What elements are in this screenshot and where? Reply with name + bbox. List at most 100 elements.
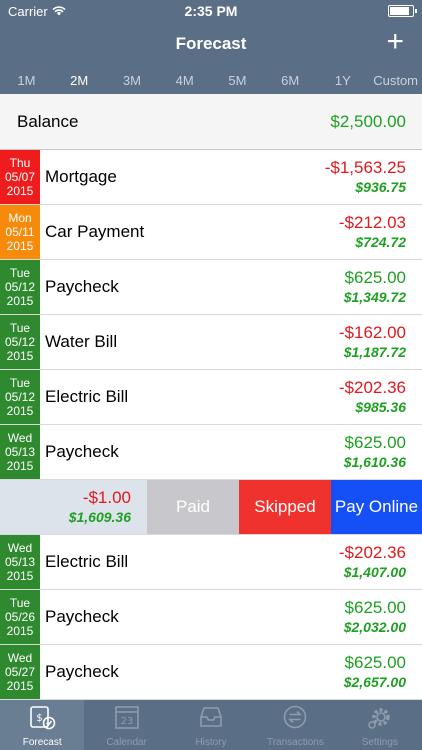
date-day: Wed [7,651,33,665]
date-day: Tue [9,376,31,390]
running-balance: $1,610.36 [343,454,406,470]
transaction-amounts: -$212.03 $724.72 [339,205,422,259]
transaction-row[interactable]: Tue 05/12 2015 Water Bill -$162.00 $1,18… [0,315,422,370]
range-4m[interactable]: 4M [158,73,211,88]
date-monthday: 05/12 [4,280,36,294]
date-monthday: 05/11 [5,225,35,239]
date-year: 2015 [6,459,34,473]
date-badge: Tue 05/12 2015 [0,370,40,424]
calendar-icon-number: 23 [120,716,133,727]
running-balance: $1,349.72 [343,289,406,305]
transaction-row[interactable]: Thu 05/07 2015 Mortgage -$1,563.25 $936.… [0,150,422,205]
tab-label: Settings [361,737,398,748]
calendar-icon: 23 [112,702,142,737]
gear-icon [365,702,395,737]
transaction-row[interactable]: Mon 05/11 2015 Car Payment -$212.03 $724… [0,205,422,260]
range-6m[interactable]: 6M [264,73,317,88]
forecast-list: Thu 05/07 2015 Mortgage -$1,563.25 $936.… [0,150,422,700]
transaction-row[interactable]: Wed 05/13 2015 Electric Bill -$202.36 $1… [0,535,422,590]
date-day: Tue [9,266,31,280]
date-badge: Wed 05/13 2015 [0,535,40,589]
tab-history[interactable]: History [169,700,253,750]
transaction-amount: $625.00 [344,598,406,617]
transaction-name: Paycheck [45,277,119,296]
range-2m[interactable]: 2M [53,73,106,88]
transaction-name: Paycheck [45,662,119,681]
transaction-name: Electric Bill [45,387,129,406]
transaction-name: Car Payment [45,222,145,241]
transaction-row[interactable]: Tue 05/12 2015 Electric Bill -$202.36 $9… [0,370,422,425]
balance-row: Balance $2,500.00 [0,94,422,150]
range-1y[interactable]: 1Y [317,73,370,88]
transaction-amount: -$202.36 [338,543,406,562]
transaction-name: Mortgage [45,167,117,186]
date-badge: Wed 05/13 2015 [0,425,40,479]
pay-online-button[interactable]: Pay Online [331,480,422,534]
swipe-row[interactable]: -$1.00 $1,609.36 Paid Skipped Pay Online [0,480,422,535]
running-balance: $985.36 [355,399,406,415]
date-monthday: 05/13 [4,555,36,569]
date-monthday: 05/12 [4,335,36,349]
transaction-amounts: -$162.00 $1,187.72 [339,315,422,369]
tab-bar: $ Forecast 23 Calendar History Transactions Se… [0,700,422,750]
range-1m[interactable]: 1M [0,73,53,88]
date-day: Tue [9,596,31,610]
date-day: Wed [7,431,33,445]
date-year: 2015 [6,679,34,693]
running-balance: $936.75 [355,179,406,195]
wifi-icon [52,6,66,16]
transaction-amount: $625.00 [344,268,406,287]
date-day: Wed [7,541,33,555]
paid-button[interactable]: Paid [147,480,239,534]
date-year: 2015 [6,624,34,638]
inbox-icon [196,702,226,737]
transaction-amounts: -$202.36 $1,407.00 [339,535,422,589]
tab-forecast[interactable]: $ Forecast [0,700,85,750]
transaction-name: Paycheck [45,442,119,461]
navbar: Forecast + [0,22,422,66]
running-balance: $2,657.00 [343,674,406,690]
transaction-name: Water Bill [45,332,118,351]
transaction-amounts: -$202.36 $985.36 [339,370,422,424]
battery-icon [388,5,417,17]
range-3m[interactable]: 3M [106,73,159,88]
range-custom[interactable]: Custom [369,73,422,88]
transaction-amount: $625.00 [344,653,406,672]
transaction-row[interactable]: Wed 05/27 2015 Paycheck $625.00 $2,657.0… [0,645,422,700]
date-monthday: 05/07 [4,170,36,184]
transaction-amounts: $625.00 $2,032.00 [344,590,422,644]
forecast-icon: $ [27,702,57,737]
date-year: 2015 [6,349,34,363]
transaction-amount: -$162.00 [338,323,406,342]
date-badge: Mon 05/11 2015 [0,205,40,259]
transaction-row[interactable]: Tue 05/26 2015 Paycheck $625.00 $2,032.0… [0,590,422,645]
add-button[interactable]: + [386,27,404,57]
swipe-row-amounts: -$1.00 $1,609.36 [0,480,147,534]
tab-calendar[interactable]: 23 Calendar [84,700,168,750]
tab-label: History [195,737,227,748]
range-5m[interactable]: 5M [211,73,264,88]
swipe-amount: -$1.00 [82,488,131,507]
tab-transactions[interactable]: Transactions [253,700,337,750]
tab-settings[interactable]: Settings [338,700,422,750]
running-balance: $1,407.00 [343,564,406,580]
date-monthday: 05/12 [4,390,36,404]
transaction-row[interactable]: Wed 05/13 2015 Paycheck $625.00 $1,610.3… [0,425,422,480]
skipped-button[interactable]: Skipped [239,480,331,534]
balance-label: Balance [17,111,79,131]
tab-label: Forecast [22,737,62,748]
running-balance: $1,187.72 [343,344,406,360]
transaction-row[interactable]: Tue 05/12 2015 Paycheck $625.00 $1,349.7… [0,260,422,315]
running-balance: $2,032.00 [343,619,406,635]
swipe-running-balance: $1,609.36 [68,509,131,525]
date-year: 2015 [6,184,34,198]
date-badge: Tue 05/12 2015 [0,315,40,369]
carrier-label: Carrier [8,3,48,19]
transaction-amount: -$212.03 [338,213,406,232]
transaction-name: Electric Bill [45,552,129,571]
date-year: 2015 [6,239,34,253]
date-monthday: 05/27 [4,665,36,679]
transaction-name: Paycheck [45,607,119,626]
date-day: Thu [9,156,31,170]
transaction-amounts: $625.00 $1,349.72 [344,260,422,314]
